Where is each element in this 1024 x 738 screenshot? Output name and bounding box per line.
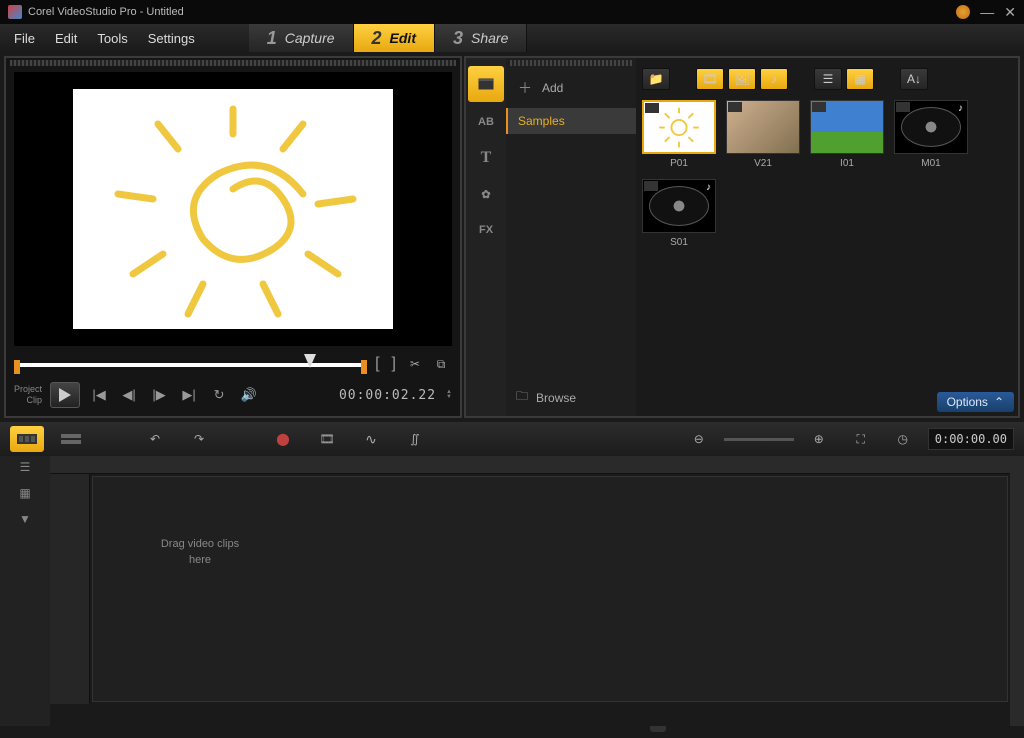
main-row: [ ] ✂ ⧉ Project Clip |◀ ◀| |▶ ▶| ↻ 🔊 00:… bbox=[0, 52, 1024, 422]
folder-samples[interactable]: Samples bbox=[506, 108, 636, 134]
library-main: 📁 🎞 🖼 ♪ ☰ ▦ A↓ P01 bbox=[636, 58, 1018, 416]
thumbnail-grid: P01 V21 I01 ♪ M01 bbox=[642, 100, 1012, 248]
view-list-button[interactable]: ☰ bbox=[814, 68, 842, 90]
project-duration-button[interactable]: ◷ bbox=[886, 426, 920, 452]
zoom-slider[interactable] bbox=[724, 438, 794, 441]
thumb-i01[interactable]: I01 bbox=[810, 100, 884, 169]
plus-icon: ＋ bbox=[518, 78, 532, 98]
scrub-bar-row: [ ] ✂ ⧉ bbox=[6, 350, 460, 378]
menu-settings[interactable]: Settings bbox=[148, 31, 195, 46]
menu-tools[interactable]: Tools bbox=[97, 31, 127, 46]
timeline-ruler[interactable] bbox=[50, 456, 1010, 474]
add-track-icon[interactable]: ▦ bbox=[19, 486, 30, 500]
thumb-m01[interactable]: ♪ M01 bbox=[894, 100, 968, 169]
fit-project-button[interactable]: ⛶ bbox=[844, 426, 878, 452]
lib-tab-media[interactable] bbox=[468, 66, 504, 102]
grip-handle[interactable] bbox=[510, 60, 632, 66]
lib-tab-graphic[interactable]: ✿ bbox=[466, 176, 506, 212]
menu-edit[interactable]: Edit bbox=[55, 31, 77, 46]
auto-music-button[interactable]: ∬ bbox=[398, 426, 432, 452]
storyboard-view-button[interactable] bbox=[10, 426, 44, 452]
menu-bar: File Edit Tools Settings 1 Capture 2 Edi… bbox=[0, 24, 1024, 52]
scrub-slider[interactable] bbox=[16, 354, 365, 374]
step-share[interactable]: 3 Share bbox=[435, 24, 527, 52]
import-folder-button[interactable]: 📁 bbox=[642, 68, 670, 90]
undo-button[interactable]: ↶ bbox=[138, 426, 172, 452]
preview-canvas[interactable] bbox=[14, 72, 452, 346]
app-icon bbox=[8, 5, 22, 19]
preview-content bbox=[73, 89, 393, 329]
library-folder-column: ＋ Add Samples 🗀 Browse bbox=[506, 58, 636, 416]
view-thumb-button[interactable]: ▦ bbox=[846, 68, 874, 90]
library-category-tabs: AB T ✿ FX bbox=[466, 58, 506, 416]
mark-out-button[interactable]: ] bbox=[390, 355, 398, 373]
playback-controls: Project Clip |◀ ◀| |▶ ▶| ↻ 🔊 00:00:02.22… bbox=[6, 378, 460, 416]
filter-photo-button[interactable]: 🖼 bbox=[728, 68, 756, 90]
thumb-v21[interactable]: V21 bbox=[726, 100, 800, 169]
vertical-scrollbar[interactable] bbox=[1010, 456, 1024, 726]
track-drop-zone[interactable]: Drag video clips here bbox=[92, 476, 1008, 702]
thumb-s01[interactable]: ♪ S01 bbox=[642, 179, 716, 248]
grip-handle[interactable] bbox=[10, 60, 456, 66]
play-button[interactable] bbox=[50, 382, 80, 408]
filter-audio-button[interactable]: ♪ bbox=[760, 68, 788, 90]
timeline-timecode[interactable]: 0:00:00.00 bbox=[928, 428, 1014, 450]
next-frame-button[interactable]: |▶ bbox=[148, 387, 170, 403]
sort-button[interactable]: A↓ bbox=[900, 68, 928, 90]
go-end-button[interactable]: ▶| bbox=[178, 387, 200, 403]
mode-labels[interactable]: Project Clip bbox=[14, 384, 42, 406]
thumb-p01[interactable]: P01 bbox=[642, 100, 716, 169]
timeline-tracks: Drag video clips here bbox=[50, 456, 1010, 726]
drop-hint-text: Drag video clips here bbox=[160, 536, 240, 568]
repeat-button[interactable]: ↻ bbox=[208, 387, 230, 403]
lib-tab-title[interactable]: T bbox=[466, 140, 506, 176]
menu-file[interactable]: File bbox=[14, 31, 35, 46]
track-header[interactable] bbox=[50, 474, 90, 704]
volume-button[interactable]: 🔊 bbox=[238, 387, 260, 403]
step-tabs: 1 Capture 2 Edit 3 Share bbox=[249, 24, 528, 52]
prev-frame-button[interactable]: ◀| bbox=[118, 387, 140, 403]
timecode-spinner[interactable]: ▲▼ bbox=[446, 390, 452, 400]
mark-in-button[interactable]: [ bbox=[373, 355, 381, 373]
timeline-view-button[interactable] bbox=[54, 426, 88, 452]
options-panel-button[interactable]: Options ⌃ bbox=[937, 392, 1014, 412]
expand-tracks-icon[interactable]: ▼ bbox=[19, 512, 31, 526]
video-track[interactable]: Drag video clips here bbox=[50, 474, 1010, 704]
timeline-toolbar: ↶ ↷ ⬤ 🎞 ∿ ∬ ⊖ ⊕ ⛶ ◷ 0:00:00.00 bbox=[0, 422, 1024, 456]
timeline-body: ☰ ▦ ▼ Drag video clips here bbox=[0, 456, 1024, 726]
library-toolbar: 📁 🎞 🖼 ♪ ☰ ▦ A↓ bbox=[642, 64, 1012, 100]
lib-tab-filter[interactable]: FX bbox=[466, 212, 506, 248]
timeline-area: ↶ ↷ ⬤ 🎞 ∿ ∬ ⊖ ⊕ ⛶ ◷ 0:00:00.00 ☰ ▦ ▼ Dra… bbox=[0, 422, 1024, 726]
track-menu-icon[interactable]: ☰ bbox=[20, 460, 31, 474]
cut-icon[interactable]: ✂ bbox=[406, 355, 424, 373]
lib-tab-transition[interactable]: AB bbox=[466, 104, 506, 140]
chevron-up-icon: ⌃ bbox=[994, 395, 1004, 409]
go-start-button[interactable]: |◀ bbox=[88, 387, 110, 403]
split-icon[interactable]: ⧉ bbox=[432, 355, 450, 373]
window-title: Corel VideoStudio Pro - Untitled bbox=[28, 6, 184, 18]
close-button[interactable]: ✕ bbox=[1004, 4, 1016, 21]
filter-video-button[interactable]: 🎞 bbox=[696, 68, 724, 90]
sound-mixer-button[interactable]: ∿ bbox=[354, 426, 388, 452]
record-button[interactable]: ⬤ bbox=[266, 426, 300, 452]
add-folder-button[interactable]: ＋ Add bbox=[506, 68, 636, 108]
browse-icon: 🗀 bbox=[516, 387, 528, 408]
zoom-in-button[interactable]: ⊕ bbox=[802, 426, 836, 452]
redo-button[interactable]: ↷ bbox=[182, 426, 216, 452]
timeline-left-controls: ☰ ▦ ▼ bbox=[0, 456, 50, 726]
batch-convert-button[interactable]: 🎞 bbox=[310, 426, 344, 452]
preview-timecode[interactable]: 00:00:02.22 bbox=[339, 388, 436, 403]
browse-button[interactable]: 🗀 Browse bbox=[506, 379, 636, 416]
step-edit[interactable]: 2 Edit bbox=[354, 24, 435, 52]
title-bar: Corel VideoStudio Pro - Untitled — ✕ bbox=[0, 0, 1024, 24]
library-pane: AB T ✿ FX ＋ Add Samples 🗀 Browse 📁 🎞 🖼 bbox=[464, 56, 1020, 418]
preview-pane: [ ] ✂ ⧉ Project Clip |◀ ◀| |▶ ▶| ↻ 🔊 00:… bbox=[4, 56, 462, 418]
zoom-out-button[interactable]: ⊖ bbox=[682, 426, 716, 452]
settings-gear-icon[interactable] bbox=[956, 5, 970, 19]
step-capture[interactable]: 1 Capture bbox=[249, 24, 354, 52]
minimize-button[interactable]: — bbox=[980, 4, 994, 20]
